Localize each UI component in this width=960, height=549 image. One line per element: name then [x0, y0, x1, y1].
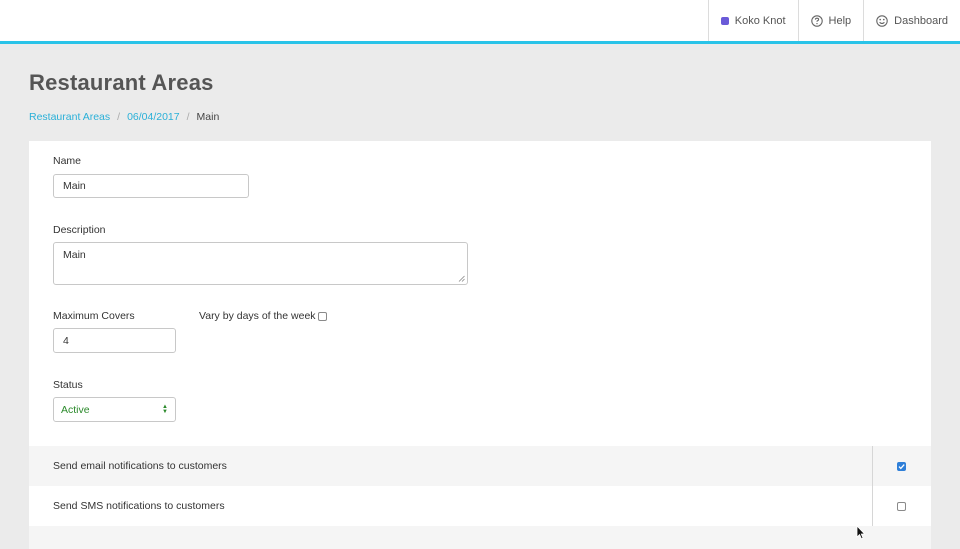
help-link[interactable]: Help: [797, 0, 864, 41]
email-notification-checkbox[interactable]: [897, 461, 906, 471]
restaurant-switcher[interactable]: Koko Knot: [707, 0, 798, 41]
top-bar: Koko Knot Help Dashboard: [0, 0, 960, 44]
name-label: Name: [53, 155, 82, 167]
status-label: Status: [53, 379, 83, 391]
breadcrumb-current: Main: [196, 111, 220, 123]
vary-by-days-control: Vary by days of the week: [199, 310, 327, 322]
description-textarea[interactable]: Main: [53, 242, 468, 285]
email-notification-label: Send email notifications to customers: [53, 460, 227, 472]
name-input[interactable]: Main: [53, 174, 249, 198]
max-covers-label: Maximum Covers: [53, 310, 135, 322]
dashboard-link[interactable]: Dashboard: [863, 0, 960, 41]
resize-grip-icon[interactable]: [458, 275, 465, 282]
help-label: Help: [828, 14, 852, 27]
restaurant-color-icon: [720, 16, 729, 25]
name-value: Main: [63, 180, 86, 192]
column-divider: [872, 446, 873, 486]
max-covers-input[interactable]: 4: [53, 328, 176, 353]
vary-by-days-label: Vary by days of the week: [199, 310, 316, 322]
breadcrumb-link-date[interactable]: 06/04/2017: [127, 111, 180, 123]
dashboard-label: Dashboard: [894, 14, 948, 27]
breadcrumb-separator: /: [117, 111, 121, 123]
help-icon: [810, 14, 823, 27]
vary-by-days-checkbox[interactable]: [317, 311, 327, 321]
max-covers-value: 4: [63, 334, 69, 347]
description-label: Description: [53, 224, 106, 236]
status-value: Active: [61, 403, 90, 416]
column-divider: [872, 486, 873, 526]
select-arrows-icon: ▲ ▼: [162, 403, 168, 415]
dashboard-icon: [876, 14, 888, 27]
checkmark-icon: [898, 463, 905, 469]
sms-notification-row: Send SMS notifications to customers: [29, 486, 931, 526]
breadcrumb-separator: /: [186, 111, 190, 123]
description-value: Main: [63, 249, 86, 261]
next-row: [29, 526, 931, 549]
restaurant-name: Koko Knot: [734, 14, 786, 27]
breadcrumb-link-restaurant-areas[interactable]: Restaurant Areas: [29, 111, 110, 123]
breadcrumb: Restaurant Areas / 06/04/2017 / Main: [29, 111, 219, 123]
mouse-cursor-icon: [856, 525, 866, 540]
status-select[interactable]: Active ▲ ▼: [53, 397, 176, 422]
top-nav: Koko Knot Help Dashboard: [707, 0, 960, 41]
page-title: Restaurant Areas: [29, 70, 214, 95]
sms-notification-label: Send SMS notifications to customers: [53, 500, 225, 512]
area-form-card: Name Main Description Main Maximum Cover…: [29, 141, 931, 549]
sms-notification-checkbox[interactable]: [897, 501, 906, 511]
email-notification-row: Send email notifications to customers: [29, 446, 931, 486]
